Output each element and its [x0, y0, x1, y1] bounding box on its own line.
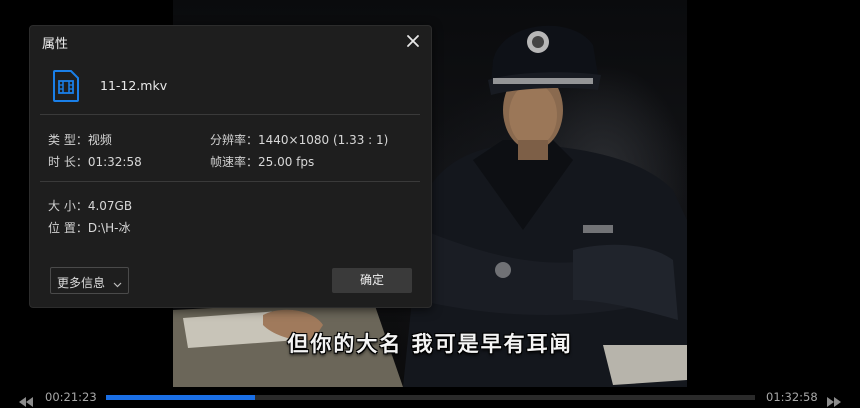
size-label: 大 小：: [48, 199, 88, 213]
duration-value: 01:32:58: [87, 155, 142, 169]
progress-fill: [106, 395, 256, 400]
rewind-icon[interactable]: [19, 392, 34, 407]
duration-row: 时 长：01:32:58: [48, 153, 142, 170]
resolution-value: 1440×1080 (1.33 : 1): [258, 133, 389, 147]
divider: [40, 181, 420, 182]
type-value: 视频: [87, 133, 112, 147]
resolution-row: 分辨率：1440×1080 (1.33 : 1): [210, 131, 388, 148]
more-info-label: 更多信息: [57, 276, 106, 290]
progress-bar[interactable]: [106, 395, 755, 400]
size-row: 大 小：4.07GB: [48, 197, 132, 214]
type-label: 类 型：: [48, 133, 88, 147]
fps-row: 帧速率：25.00 fps: [210, 153, 314, 170]
duration-label: 时 长：: [48, 155, 88, 169]
fps-value: 25.00 fps: [258, 155, 315, 169]
size-value: 4.07GB: [87, 199, 133, 213]
playback-bar: 00:21:23 01:32:58: [0, 387, 860, 408]
video-subtitle: 但你的大名 我可是早有耳闻: [287, 332, 573, 356]
more-info-dropdown[interactable]: 更多信息: [50, 267, 129, 294]
location-label: 位 置：: [48, 221, 88, 235]
properties-dialog: 属性 11-12.mkv 类 型：视频 时 长：01:32:58 分辨率：144…: [29, 25, 432, 308]
dialog-title: 属性: [42, 37, 69, 52]
type-row: 类 型：视频: [48, 131, 112, 148]
file-name: 11-12.mkv: [100, 78, 168, 93]
divider: [40, 114, 420, 115]
location-value[interactable]: D:\H-冰: [88, 221, 131, 235]
resolution-label: 分辨率：: [210, 133, 259, 147]
ok-button[interactable]: 确定: [332, 268, 412, 293]
video-file-icon: [53, 70, 79, 102]
fps-label: 帧速率：: [210, 155, 259, 169]
chevron-down-icon: [113, 277, 122, 288]
close-icon[interactable]: [405, 33, 421, 49]
fast-forward-icon[interactable]: [826, 392, 841, 407]
total-time: 01:32:58: [766, 390, 818, 404]
dialog-header: 属性: [30, 26, 431, 56]
current-time: 00:21:23: [45, 390, 97, 404]
location-row: 位 置：D:\H-冰: [48, 219, 131, 236]
